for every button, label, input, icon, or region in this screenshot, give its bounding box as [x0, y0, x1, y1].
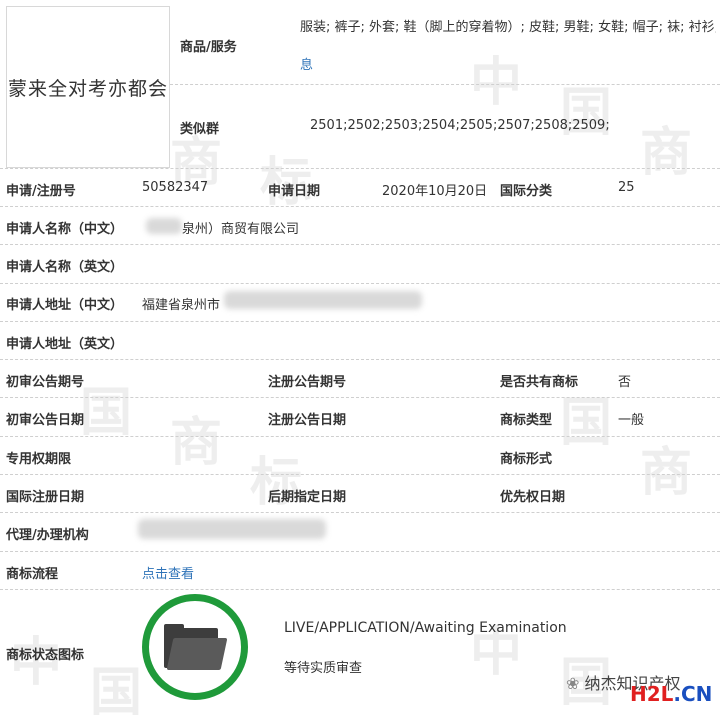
divider — [0, 436, 720, 437]
mark-form-label: 商标形式 — [500, 452, 553, 467]
folder-icon — [164, 624, 228, 670]
apply-date-value: 2020年10月20日 — [382, 184, 488, 199]
divider — [0, 283, 720, 284]
watermark-glyph: 商 — [640, 443, 693, 503]
divider — [0, 244, 720, 245]
redacted-text — [224, 291, 422, 309]
wechat-icon: ❀ — [566, 674, 580, 693]
watermark-glyph: 国 — [80, 383, 133, 443]
exclusive-term-label: 专用权期限 — [6, 452, 72, 467]
priority-date-label: 优先权日期 — [500, 490, 566, 505]
divider — [0, 397, 720, 398]
reg-no-label: 申请/注册号 — [6, 184, 76, 199]
similar-group-value: 2501;2502;2503;2504;2505;2507;2508;2509; — [310, 118, 610, 133]
mark-type-label: 商标类型 — [500, 413, 553, 428]
applicant-cn-label: 申请人名称（中文） — [6, 222, 124, 237]
mark-type-value: 一般 — [618, 413, 645, 428]
agency-label: 代理/办理机构 — [6, 528, 89, 543]
applicant-cn-value: 泉州）商贸有限公司 — [182, 222, 300, 237]
divider — [0, 168, 720, 169]
intl-reg-date-label: 国际注册日期 — [6, 490, 85, 505]
trademark-image: 蒙来全对考亦都会 — [6, 6, 170, 168]
watermark-glyph: 标 — [260, 153, 313, 213]
trademark-text: 蒙来全对考亦都会 — [7, 77, 168, 100]
process-label: 商标流程 — [6, 567, 59, 582]
watermark-glyph: 中 — [470, 53, 523, 113]
reg-announce-no-label: 注册公告期号 — [268, 375, 347, 390]
site-logo-cn: .CN — [673, 682, 713, 706]
reg-announce-date-label: 注册公告日期 — [268, 413, 347, 428]
prelim-no-label: 初审公告期号 — [6, 375, 85, 390]
site-logo-h2l: H2L — [630, 682, 674, 706]
address-cn-label: 申请人地址（中文） — [6, 298, 124, 313]
watermark-glyph: 商 — [170, 413, 223, 473]
status-icon — [142, 594, 248, 700]
status-cn: 等待实质审查 — [284, 661, 363, 676]
divider — [0, 474, 720, 475]
address-cn-value: 福建省泉州市 — [142, 298, 221, 313]
shared-mark-label: 是否共有商标 — [500, 375, 579, 390]
watermark-glyph: 国 — [90, 663, 143, 723]
apply-date-label: 申请日期 — [268, 184, 321, 199]
divider — [0, 589, 720, 590]
intl-class-value: 25 — [618, 180, 635, 195]
prelim-date-label: 初审公告日期 — [6, 413, 85, 428]
divider — [0, 206, 720, 207]
divider — [0, 512, 720, 513]
reg-no-value: 50582347 — [142, 180, 209, 195]
goods-more-link[interactable]: 息 — [300, 54, 313, 73]
redacted-text — [138, 519, 326, 539]
later-designation-label: 后期指定日期 — [268, 490, 347, 505]
watermark-glyph: 商 — [640, 123, 693, 183]
similar-group-label: 类似群 — [180, 122, 220, 137]
watermark-glyph: 国 — [560, 83, 613, 143]
goods-value: 服装; 裤子; 外套; 鞋（脚上的穿着物）; 皮鞋; 男鞋; 女鞋; 帽子; 袜… — [300, 20, 716, 35]
goods-label: 商品/服务 — [180, 40, 237, 55]
divider — [170, 84, 720, 85]
process-view-link[interactable]: 点击查看 — [142, 563, 194, 582]
divider — [0, 551, 720, 552]
status-icon-label: 商标状态图标 — [6, 648, 85, 663]
intl-class-label: 国际分类 — [500, 184, 553, 199]
shared-mark-value: 否 — [618, 375, 632, 390]
applicant-en-label: 申请人名称（英文） — [6, 260, 124, 275]
redacted-text — [146, 218, 182, 234]
address-en-label: 申请人地址（英文） — [6, 337, 124, 352]
watermark-glyph: 国 — [560, 393, 613, 453]
site-logo: H2L.CN — [630, 682, 712, 706]
status-en: LIVE/APPLICATION/Awaiting Examination — [284, 620, 567, 636]
divider — [0, 321, 720, 322]
divider — [0, 359, 720, 360]
